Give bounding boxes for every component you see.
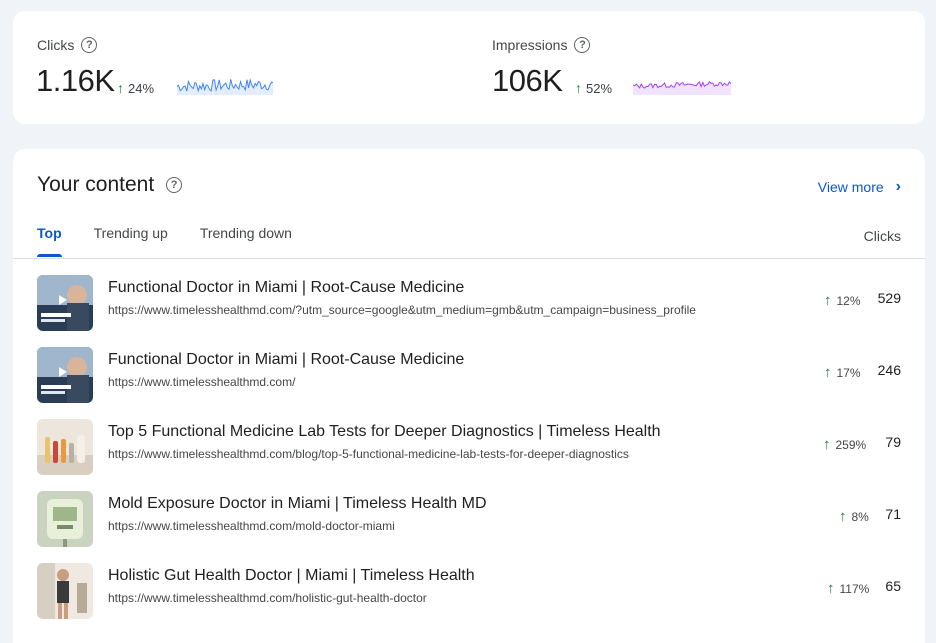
arrow-up-icon: ↑ (823, 436, 831, 453)
row-title: Top 5 Functional Medicine Lab Tests for … (108, 423, 661, 440)
iv-bag-thumbnail (37, 491, 93, 547)
clicks-label: Clicks (37, 37, 75, 53)
help-icon[interactable]: ? (574, 37, 591, 53)
your-content-card: Your content ? View more › Top Trending … (13, 149, 925, 643)
row-url: https://www.timelesshealthmd.com/holisti… (108, 591, 427, 605)
video-thumbnail (37, 275, 93, 331)
row-title: Mold Exposure Doctor in Miami | Timeless… (108, 495, 487, 512)
person-photo-thumbnail (37, 563, 93, 619)
content-row[interactable]: Holistic Gut Health Doctor | Miami | Tim… (13, 558, 925, 622)
content-row[interactable]: Mold Exposure Doctor in Miami | Timeless… (13, 486, 925, 550)
row-url: https://www.timelesshealthmd.com/?utm_so… (108, 303, 696, 317)
section-title: Your content (37, 173, 155, 196)
clicks-column-header: Clicks (863, 228, 901, 244)
impressions-value: 106K (492, 63, 563, 98)
sparkline-area (633, 81, 731, 95)
row-clicks: 529 (877, 290, 901, 306)
tab-trending-up[interactable]: Trending up (94, 225, 168, 257)
row-clicks: 246 (877, 362, 901, 378)
content-row[interactable]: Top 5 Functional Medicine Lab Tests for … (13, 414, 925, 478)
arrow-up-icon: ↑ (839, 508, 847, 525)
row-clicks: 65 (885, 578, 901, 594)
clicks-change-value: 24% (128, 80, 155, 96)
tab-top[interactable]: Top (37, 225, 62, 257)
row-change: ↑ 12% (824, 292, 861, 309)
arrow-up-icon: ↑ (824, 364, 832, 381)
metrics-card: Clicks ? 1.16K ↑ 24% Impressions ? 106K … (13, 11, 925, 124)
row-change-value: 8% (851, 509, 869, 524)
row-change-value: 17% (836, 365, 861, 380)
help-icon[interactable]: ? (81, 37, 98, 53)
help-icon[interactable]: ? (166, 177, 183, 193)
row-change-value: 259% (835, 437, 867, 452)
clicks-change: ↑ 24% (117, 80, 154, 96)
row-title: Holistic Gut Health Doctor | Miami | Tim… (108, 567, 475, 584)
row-title: Functional Doctor in Miami | Root-Cause … (108, 279, 465, 296)
row-url: https://www.timelesshealthmd.com/ (108, 375, 296, 389)
lab-tubes-thumbnail (37, 419, 93, 475)
chevron-right-icon: › (895, 178, 901, 195)
row-url: https://www.timelesshealthmd.com/blog/to… (108, 447, 629, 461)
clicks-sparkline (177, 78, 273, 95)
row-change: ↑ 8% (839, 508, 869, 525)
row-clicks: 71 (885, 506, 901, 522)
row-title: Functional Doctor in Miami | Root-Cause … (108, 351, 465, 368)
view-more-label: View more (817, 179, 884, 195)
content-row[interactable]: Functional Doctor in Miami | Root-Cause … (13, 342, 925, 406)
row-clicks: 79 (885, 434, 901, 450)
view-more-link[interactable]: View more › (818, 178, 901, 196)
video-thumbnail (37, 347, 93, 403)
clicks-value: 1.16K (36, 63, 115, 98)
impressions-change: ↑ 52% (575, 80, 612, 96)
row-url: https://www.timelesshealthmd.com/mold-do… (108, 519, 395, 533)
arrow-up-icon: ↑ (117, 80, 124, 96)
row-change: ↑ 17% (824, 364, 861, 381)
arrow-up-icon: ↑ (827, 580, 835, 597)
impressions-change-value: 52% (586, 80, 613, 96)
content-tabs: Top Trending up Trending down (37, 225, 324, 257)
row-change-value: 117% (839, 581, 870, 596)
row-change: ↑ 117% (827, 580, 869, 597)
tab-trending-down[interactable]: Trending down (200, 225, 292, 257)
divider (13, 258, 925, 259)
content-row[interactable]: Functional Doctor in Miami | Root-Cause … (13, 270, 925, 334)
row-change-value: 12% (836, 293, 861, 308)
row-change: ↑ 259% (823, 436, 866, 453)
impressions-sparkline (633, 80, 731, 95)
arrow-up-icon: ↑ (575, 80, 582, 96)
impressions-label: Impressions (492, 37, 568, 53)
arrow-up-icon: ↑ (824, 292, 832, 309)
